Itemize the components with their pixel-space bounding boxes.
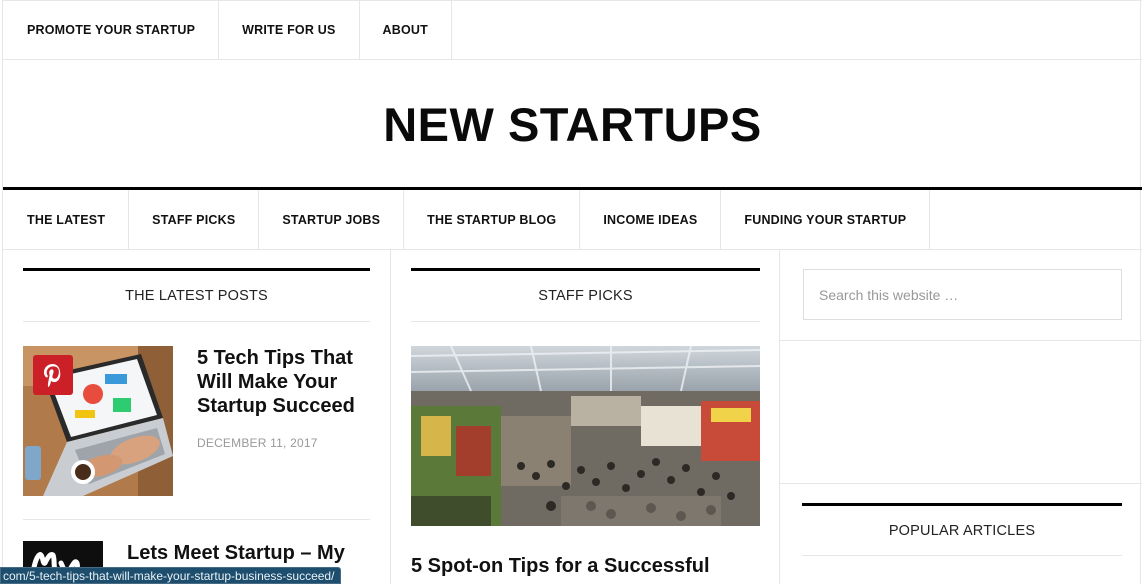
column-divider <box>779 250 780 584</box>
post-separator <box>23 519 370 520</box>
site-title[interactable]: NEW STARTUPS <box>3 60 1142 188</box>
post-title-line: 5 Tech Tips That <box>197 347 353 369</box>
post-title-line: Will Make Your <box>197 371 338 393</box>
column-divider <box>390 250 391 584</box>
main-nav-startup-jobs[interactable]: STARTUP JOBS <box>259 190 405 249</box>
pinterest-share-button[interactable] <box>33 355 73 395</box>
post-title-tech-tips[interactable]: 5 Tech Tips That Will Make Your Startup … <box>197 346 372 418</box>
post-title-lets-meet-startup[interactable]: Lets Meet Startup – My <box>127 541 372 565</box>
popular-articles-heading: POPULAR ARTICLES <box>802 503 1122 556</box>
top-nav-about[interactable]: ABOUT <box>360 1 452 59</box>
post-date: DECEMBER 11, 2017 <box>197 436 318 450</box>
main-nav-funding-your-startup[interactable]: FUNDING YOUR STARTUP <box>721 190 931 249</box>
main-nav-income-ideas[interactable]: INCOME IDEAS <box>580 190 722 249</box>
sidebar-separator <box>780 483 1142 484</box>
main-nav-the-latest[interactable]: THE LATEST <box>3 190 130 249</box>
latest-posts-heading: THE LATEST POSTS <box>23 268 370 322</box>
post-title-spot-on-tips[interactable]: 5 Spot-on Tips for a Successful <box>411 554 760 578</box>
trade-show-crowd-image[interactable] <box>411 346 760 526</box>
pinterest-icon <box>44 364 61 387</box>
page-frame: PROMOTE YOUR STARTUP WRITE FOR US ABOUT … <box>2 0 1142 584</box>
main-nav-the-startup-blog[interactable]: THE STARTUP BLOG <box>404 190 581 249</box>
main-navigation: THE LATEST STAFF PICKS STARTUP JOBS THE … <box>3 187 1142 250</box>
status-bar-url: com/5-tech-tips-that-will-make-your-star… <box>0 567 342 584</box>
top-nav-promote-your-startup[interactable]: PROMOTE YOUR STARTUP <box>3 1 220 59</box>
staff-picks-heading: STAFF PICKS <box>411 268 760 322</box>
top-navigation: PROMOTE YOUR STARTUP WRITE FOR US ABOUT <box>3 0 1142 60</box>
main-nav-staff-picks[interactable]: STAFF PICKS <box>129 190 260 249</box>
laptop-web-design-image[interactable] <box>23 346 173 496</box>
sidebar-separator <box>780 340 1142 341</box>
top-nav-write-for-us[interactable]: WRITE FOR US <box>219 1 360 59</box>
post-title-line: Startup Succeed <box>197 395 355 417</box>
search-input[interactable] <box>803 269 1122 320</box>
